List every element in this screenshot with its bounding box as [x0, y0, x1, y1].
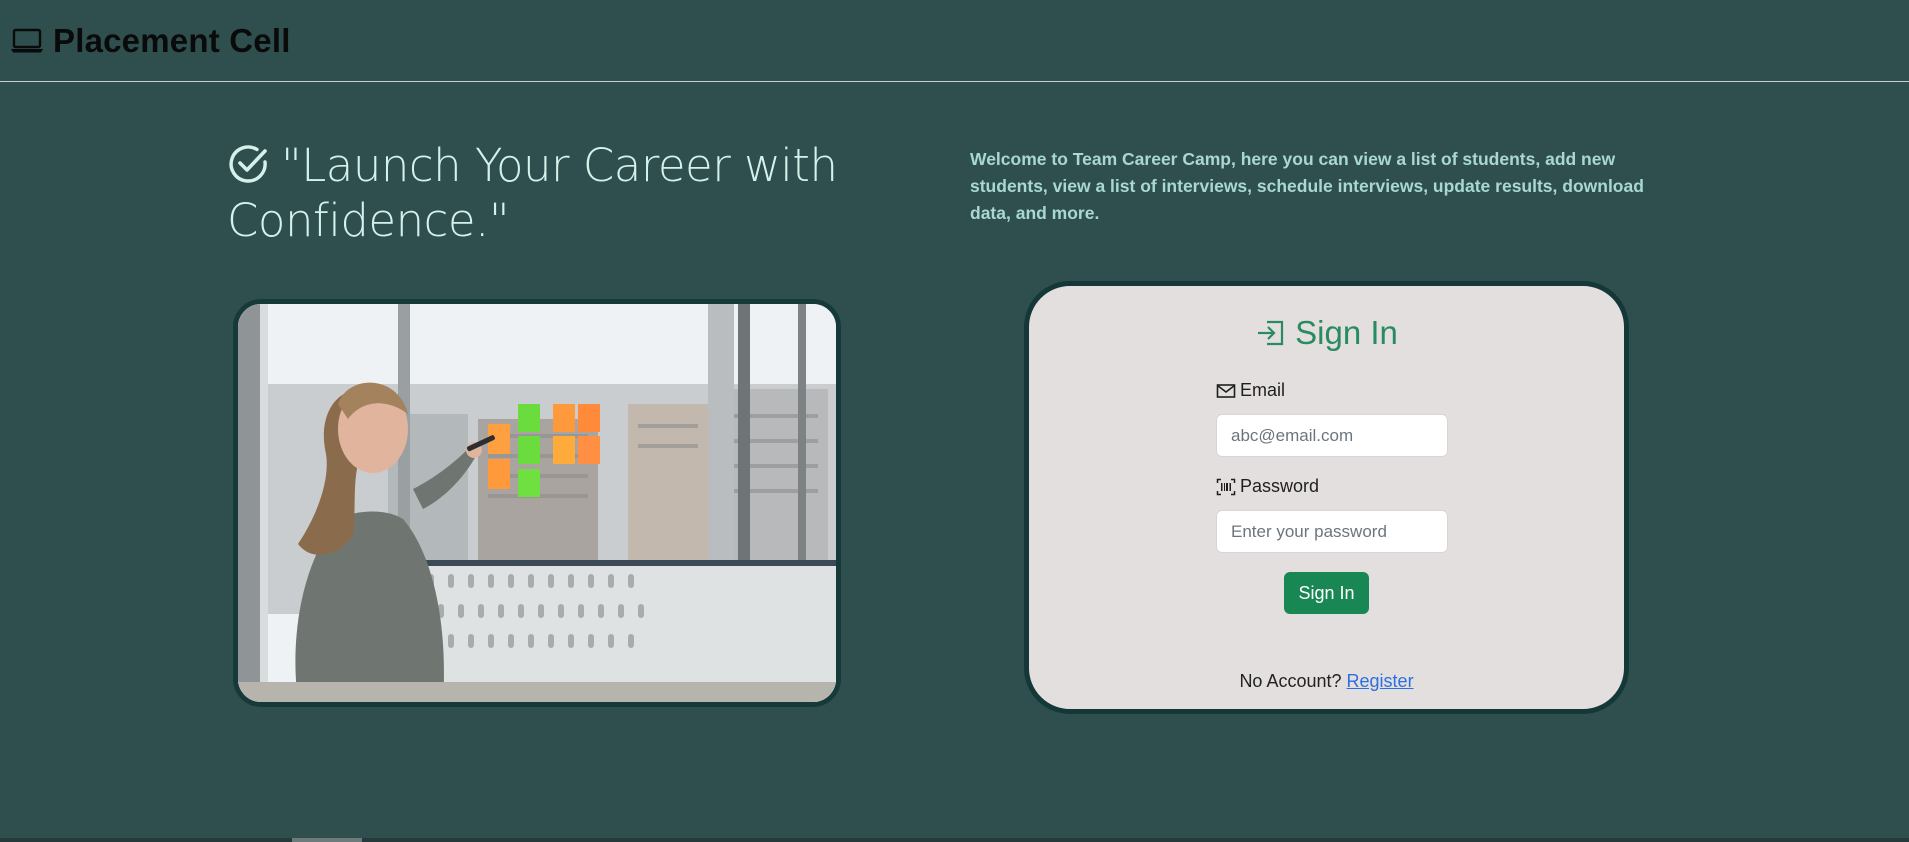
email-field[interactable]: [1216, 414, 1448, 457]
hero-photo: [233, 299, 841, 707]
welcome-text: Welcome to Team Career Camp, here you ca…: [970, 149, 1644, 223]
check-circle-icon: [229, 145, 267, 183]
brand-title: Placement Cell: [53, 21, 291, 59]
hero-headline: "Launch Your Career with Confidence.": [227, 138, 847, 248]
laptop-icon: [11, 28, 43, 52]
register-link[interactable]: Register: [1347, 671, 1414, 691]
password-field[interactable]: [1216, 510, 1448, 553]
password-label-text: Password: [1240, 476, 1320, 496]
register-prompt: No Account? Register: [1029, 671, 1624, 692]
signin-title-text: Sign In: [1295, 314, 1398, 351]
headline-text: "Launch Your Career with Confidence.": [227, 139, 838, 247]
signin-card: Sign In Email Password Sign In No Accoun…: [1024, 281, 1629, 714]
signin-title: Sign In: [1029, 314, 1624, 352]
barcode-icon: [1216, 478, 1236, 495]
navbar: Placement Cell: [0, 0, 1909, 82]
password-label: Password: [1216, 476, 1319, 497]
signin-button[interactable]: Sign In: [1284, 572, 1369, 614]
email-label-text: Email: [1240, 380, 1286, 400]
email-label: Email: [1216, 380, 1285, 401]
no-account-text: No Account?: [1239, 671, 1342, 691]
envelope-icon: [1216, 383, 1236, 398]
scrollbar-thumb[interactable]: [292, 838, 362, 842]
horizontal-scrollbar[interactable]: [0, 838, 1909, 842]
box-arrow-in-icon: [1258, 320, 1284, 346]
brand-link[interactable]: Placement Cell: [10, 22, 291, 60]
